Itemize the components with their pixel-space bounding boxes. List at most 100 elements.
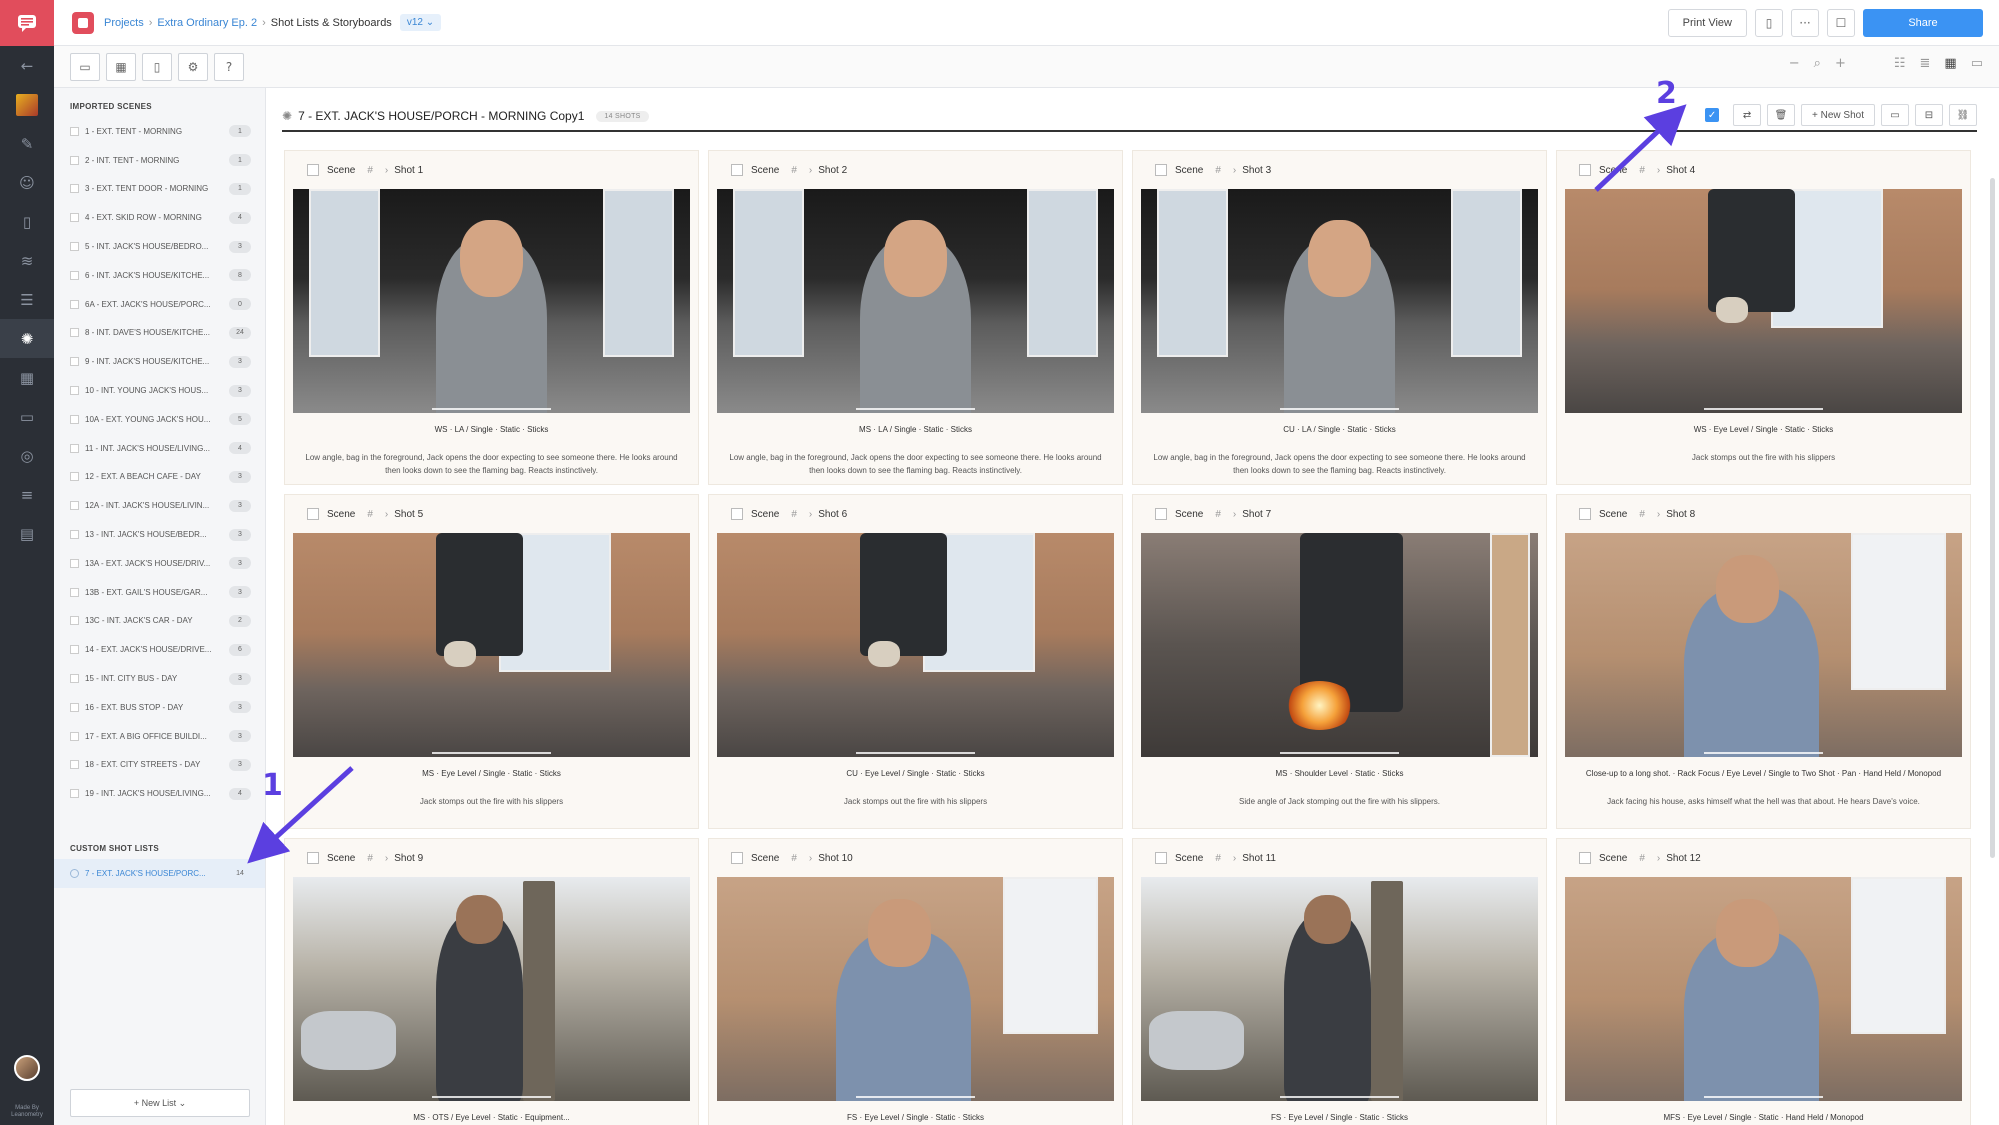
film-reel-icon[interactable]: ✺ xyxy=(0,319,54,358)
scene-list-item[interactable]: 13B - EXT. GAIL'S HOUSE/GAR... 3 xyxy=(54,578,265,607)
scene-list-item[interactable]: 13C - INT. JACK'S CAR - DAY 2 xyxy=(54,607,265,636)
shot-number[interactable]: Shot 9 xyxy=(394,853,423,864)
shot-card[interactable]: Scene # › Shot 12 MFS · Eye Level / Single ·… xyxy=(1556,838,1971,1125)
scene-checkbox[interactable] xyxy=(70,702,79,712)
image-scrubber[interactable] xyxy=(1279,1096,1400,1098)
shot-number[interactable]: Shot 3 xyxy=(1242,165,1271,176)
scene-field[interactable]: Scene xyxy=(751,165,779,176)
scene-list-item[interactable]: 12 - EXT. A BEACH CAFE - DAY 3 xyxy=(54,463,265,492)
camera-icon[interactable]: ▭ xyxy=(1881,104,1909,126)
scene-checkbox[interactable] xyxy=(70,443,79,453)
scene-list-item[interactable]: 13 - INT. JACK'S HOUSE/BEDR... 3 xyxy=(54,520,265,549)
scene-field[interactable]: Scene xyxy=(327,509,355,520)
layout-list-icon[interactable]: ☷ xyxy=(1894,56,1906,71)
scene-checkbox[interactable] xyxy=(70,558,79,568)
scene-list-item[interactable]: 11 - INT. JACK'S HOUSE/LIVING... 4 xyxy=(54,434,265,463)
scene-list-item[interactable]: 15 - INT. CITY BUS - DAY 3 xyxy=(54,664,265,693)
scene-checkbox[interactable] xyxy=(70,587,79,597)
storyboard-image[interactable] xyxy=(717,189,1114,413)
scene-checkbox[interactable] xyxy=(70,645,79,655)
more-options-icon[interactable]: ··· xyxy=(1791,9,1819,37)
shot-card[interactable]: Scene # › Shot 8 Close-up to a long shot. · … xyxy=(1556,494,1971,829)
scene-checkbox[interactable] xyxy=(70,299,79,309)
storyboard-image[interactable] xyxy=(293,189,690,413)
custom-list-item[interactable]: 7 - EXT. JACK'S HOUSE/PORC... 14 xyxy=(54,859,265,888)
storyboard-image[interactable] xyxy=(1141,533,1538,757)
scene-list-item[interactable]: 4 - EXT. SKID ROW - MORNING 4 xyxy=(54,203,265,232)
scene-checkbox[interactable] xyxy=(70,530,79,540)
shot-checkbox[interactable] xyxy=(1579,852,1591,864)
zoom-in-icon[interactable]: + xyxy=(1835,56,1846,71)
shot-number[interactable]: Shot 11 xyxy=(1242,853,1276,864)
scene-list-item[interactable]: 13A - EXT. JACK'S HOUSE/DRIV... 3 xyxy=(54,549,265,578)
shot-checkbox[interactable] xyxy=(307,508,319,520)
user-avatar[interactable] xyxy=(14,1055,40,1081)
breadcrumb-episode[interactable]: Extra Ordinary Ep. 2 xyxy=(157,17,257,29)
image-scrubber[interactable] xyxy=(855,1096,976,1098)
image-view-icon[interactable]: ▭ xyxy=(70,53,100,81)
shot-number[interactable]: Shot 7 xyxy=(1242,509,1271,520)
scene-checkbox[interactable] xyxy=(70,155,79,165)
scene-list-item[interactable]: 5 - INT. JACK'S HOUSE/BEDRO... 3 xyxy=(54,232,265,261)
scene-field[interactable]: Scene xyxy=(327,165,355,176)
pdf-export-icon[interactable]: ▯ xyxy=(1755,9,1783,37)
trash-icon[interactable]: 🗑 xyxy=(1767,104,1796,126)
scene-list-item[interactable]: 10A - EXT. YOUNG JACK'S HOU... 5 xyxy=(54,405,265,434)
shot-checkbox[interactable] xyxy=(1579,164,1591,176)
layout-grid-icon[interactable]: ▦ xyxy=(1944,56,1956,71)
people-icon[interactable]: ☺ xyxy=(0,163,54,202)
storyboard-image[interactable] xyxy=(1565,533,1962,757)
map-pin-icon[interactable]: ◎ xyxy=(0,436,54,475)
scene-list-item[interactable]: 9 - INT. JACK'S HOUSE/KITCHE... 3 xyxy=(54,347,265,376)
storyboard-image[interactable] xyxy=(1141,877,1538,1101)
book-icon[interactable]: ▯ xyxy=(0,202,54,241)
shot-card[interactable]: Scene # › Shot 2 MS · LA / Single · Static ·… xyxy=(708,150,1123,485)
shot-number[interactable]: Shot 2 xyxy=(818,165,847,176)
image-scrubber[interactable] xyxy=(855,752,976,754)
shot-number[interactable]: Shot 8 xyxy=(1666,509,1695,520)
shot-checkbox[interactable] xyxy=(731,164,743,176)
shot-checkbox[interactable] xyxy=(1155,164,1167,176)
scene-checkbox[interactable] xyxy=(70,213,79,223)
breadcrumb-projects[interactable]: Projects xyxy=(104,17,144,29)
link-icon[interactable]: ⛓ xyxy=(1949,104,1977,126)
layout-large-icon[interactable]: ▭ xyxy=(1971,56,1983,71)
storyboard-image[interactable] xyxy=(717,533,1114,757)
scene-checkbox[interactable] xyxy=(70,616,79,626)
scene-field[interactable]: Scene xyxy=(1175,509,1203,520)
scene-checkbox[interactable] xyxy=(70,760,79,770)
shot-card[interactable]: Scene # › Shot 3 CU · LA / Single · Static ·… xyxy=(1132,150,1547,485)
swap-icon[interactable]: ⇄ xyxy=(1733,104,1762,126)
print-view-button[interactable]: Print View xyxy=(1667,9,1747,37)
shot-card[interactable]: Scene # › Shot 7 MS · Shoulder Level · Stati… xyxy=(1132,494,1547,829)
scene-list-item[interactable]: 12A - INT. JACK'S HOUSE/LIVIN... 3 xyxy=(54,491,265,520)
shot-checkbox[interactable] xyxy=(731,508,743,520)
shot-checkbox[interactable] xyxy=(1155,508,1167,520)
scene-list-item[interactable]: 6 - INT. JACK'S HOUSE/KITCHE... 8 xyxy=(54,261,265,290)
shot-card[interactable]: Scene # › Shot 6 CU · Eye Level / Single · S… xyxy=(708,494,1123,829)
shot-number[interactable]: Shot 4 xyxy=(1666,165,1695,176)
scene-field[interactable]: Scene xyxy=(1175,165,1203,176)
scene-checkbox[interactable] xyxy=(70,674,79,684)
scene-list-item[interactable]: 18 - EXT. CITY STREETS - DAY 3 xyxy=(54,751,265,780)
image-scrubber[interactable] xyxy=(431,752,552,754)
scene-checkbox[interactable] xyxy=(70,789,79,799)
scene-field[interactable]: Scene xyxy=(751,853,779,864)
shot-checkbox[interactable] xyxy=(307,164,319,176)
scene-field[interactable]: Scene xyxy=(751,509,779,520)
storyboard-image[interactable] xyxy=(1565,877,1962,1101)
scene-list-item[interactable]: 17 - EXT. A BIG OFFICE BUILDI... 3 xyxy=(54,722,265,751)
scene-checkbox[interactable] xyxy=(70,242,79,252)
main-scrollbar[interactable] xyxy=(1990,178,1995,858)
shot-card[interactable]: Scene # › Shot 5 MS · Eye Level / Single · S… xyxy=(284,494,699,829)
shot-checkbox[interactable] xyxy=(307,852,319,864)
new-shot-button[interactable]: + New Shot xyxy=(1801,104,1875,126)
storyboard-image[interactable] xyxy=(293,877,690,1101)
shot-number[interactable]: Shot 12 xyxy=(1666,853,1700,864)
comments-icon[interactable]: ☐ xyxy=(1827,9,1855,37)
scene-checkbox[interactable] xyxy=(70,270,79,280)
app-logo-icon[interactable] xyxy=(0,0,54,46)
calendar-icon[interactable]: ▦ xyxy=(0,358,54,397)
sliders-icon[interactable]: ≡ xyxy=(0,475,54,514)
scene-list-item[interactable]: 10 - INT. YOUNG JACK'S HOUS... 3 xyxy=(54,376,265,405)
